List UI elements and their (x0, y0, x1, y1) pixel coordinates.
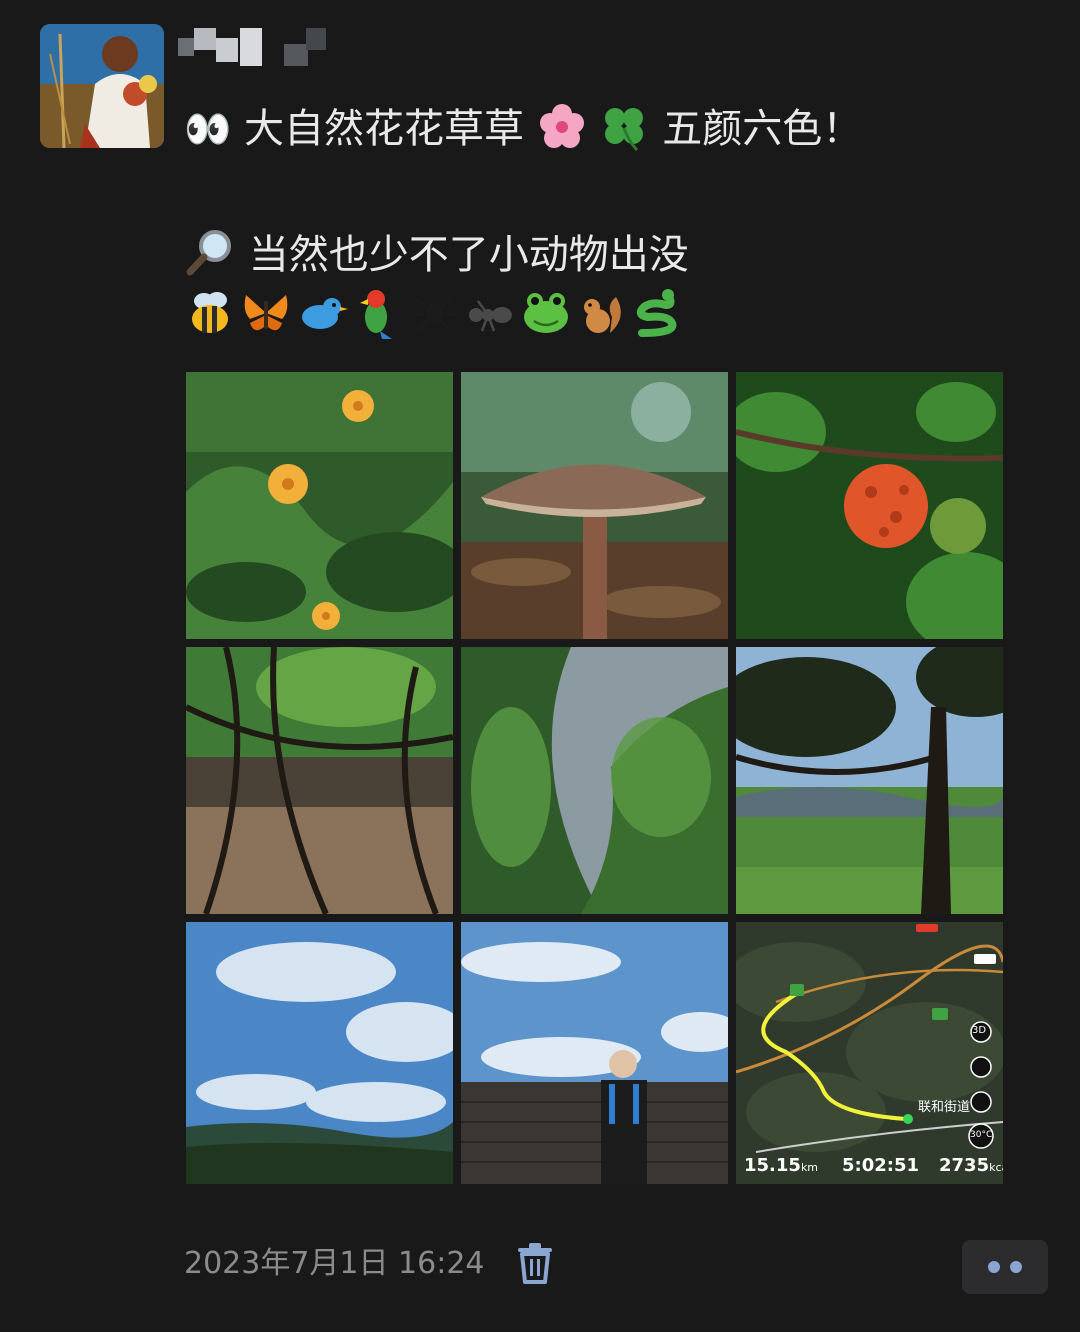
mushroom-image (461, 372, 728, 639)
post-line-2: 当然也少不了小动物出没 (184, 226, 689, 280)
more-options-button[interactable] (962, 1240, 1048, 1294)
map-calories: 2735kcal (939, 1155, 1003, 1176)
ant-icon (469, 300, 512, 332)
route-map-image (736, 922, 1003, 1184)
post-text-animals: 当然也少不了小动物出没 (248, 232, 689, 278)
tree-valley-image (736, 647, 1003, 914)
photo-clouds-over-hills[interactable] (186, 922, 453, 1184)
clouds-hills-image (186, 922, 453, 1184)
more-dot-left (988, 1261, 1000, 1273)
sky-foliage-image (461, 647, 728, 914)
map-3d-badge[interactable]: 3D (972, 1025, 986, 1036)
post-text-nature: 大自然花花草草 (244, 106, 525, 152)
eyes-emoji: 👀 (184, 107, 232, 151)
post-text-colorful: 五颜六色！ (662, 106, 863, 152)
post-timestamp: 2023年7月1日 16:24 (184, 1246, 485, 1281)
person-wall-image (461, 922, 728, 1184)
spider-icon (411, 297, 457, 332)
butterfly-icon (244, 295, 288, 331)
bird-icon (302, 298, 348, 329)
photo-tree-over-valley[interactable] (736, 647, 1003, 914)
map-place-label: 联和街道 (918, 1100, 971, 1115)
avatar-image (40, 24, 164, 148)
orange-flowers-image (186, 372, 453, 639)
frog-icon (524, 293, 568, 333)
cherry-blossom-icon (539, 104, 584, 148)
photo-person-at-wall[interactable] (461, 922, 728, 1184)
photo-sky-through-foliage[interactable] (461, 647, 728, 914)
parrot-icon (360, 290, 392, 339)
map-distance: 15.15km (744, 1155, 819, 1176)
photo-route-map[interactable]: 联和街道 3D 30°C 15.15km 5:02:51 2735kcal (736, 922, 1003, 1184)
photo-grid: 联和街道 3D 30°C 15.15km 5:02:51 2735kcal (186, 372, 1004, 1184)
map-duration: 5:02:51 (842, 1155, 920, 1176)
photo-mushroom[interactable] (461, 372, 728, 639)
more-dot-right (1010, 1261, 1022, 1273)
user-avatar[interactable] (40, 24, 164, 148)
map-temperature: 30°C (970, 1130, 993, 1140)
squirrel-icon (584, 297, 621, 333)
tree-roots-image (186, 647, 453, 914)
snake-icon (636, 289, 677, 337)
animal-emoji-row (184, 286, 684, 340)
red-fruit-image (736, 372, 1003, 639)
photo-orange-flowers[interactable] (186, 372, 453, 639)
username-pixelated[interactable] (178, 24, 328, 70)
trash-icon[interactable] (516, 1242, 554, 1284)
bee-icon (192, 292, 228, 333)
photo-tree-roots[interactable] (186, 647, 453, 914)
photo-red-fruit[interactable] (736, 372, 1003, 639)
magnifier-icon (186, 230, 231, 276)
clover-icon (605, 108, 644, 152)
post-line-1: 👀 大自然花花草草 五颜六色！ (184, 102, 862, 154)
